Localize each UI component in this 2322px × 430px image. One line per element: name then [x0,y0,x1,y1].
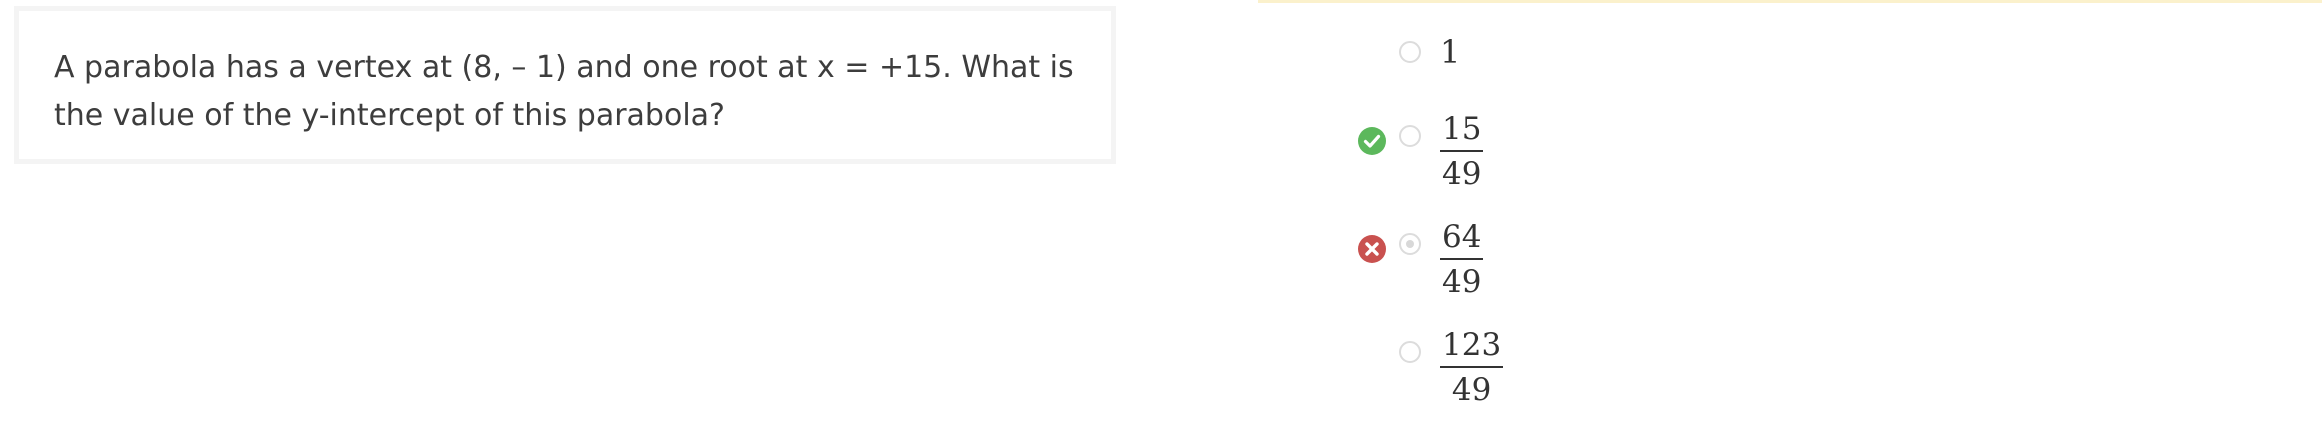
radio-button[interactable] [1399,341,1421,363]
choice-fraction: 64 49 [1440,216,1484,304]
choice-fraction: 123 49 [1440,324,1504,412]
x-circle-icon [1358,235,1386,263]
radio-button-selected[interactable] [1399,233,1421,255]
question-card: A parabola has a vertex at (8, – 1) and … [14,6,1116,164]
radio-button[interactable] [1399,41,1421,63]
fraction-denominator: 49 [1442,264,1482,300]
top-accent-line [1258,0,2322,3]
choice-value: 1 [1440,33,1461,71]
fraction-denominator: 49 [1451,372,1492,408]
radio-button[interactable] [1399,125,1421,147]
answer-choice-4[interactable]: 123 49 [1350,324,1550,424]
answer-choice-3[interactable]: 64 49 [1350,216,1550,316]
fraction-numerator: 123 [1442,327,1502,363]
check-circle-icon [1358,127,1386,155]
fraction-denominator: 49 [1442,156,1482,192]
fraction-numerator: 64 [1442,219,1482,255]
choice-fraction: 15 49 [1440,108,1484,196]
answer-choice-2[interactable]: 15 49 [1350,108,1550,208]
fraction-numerator: 15 [1442,111,1482,147]
question-text: A parabola has a vertex at (8, – 1) and … [54,50,1074,133]
